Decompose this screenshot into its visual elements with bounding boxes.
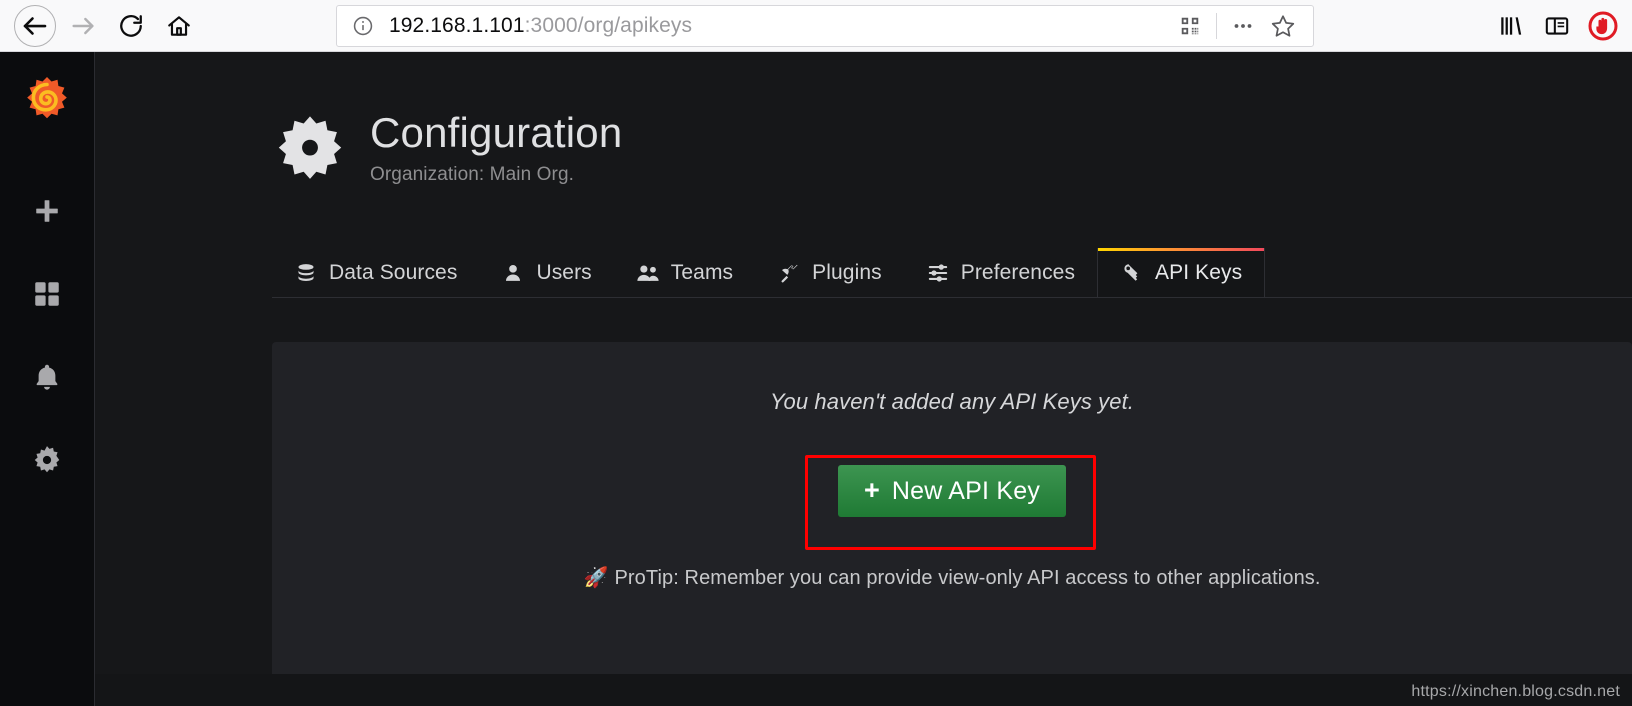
- tab-preferences[interactable]: Preferences: [904, 248, 1097, 298]
- tab-plugins[interactable]: Plugins: [755, 248, 904, 298]
- sidebar-item-dashboards[interactable]: [24, 273, 70, 319]
- tab-label: Data Sources: [329, 261, 458, 284]
- page-footer-strip: [95, 674, 1632, 706]
- tab-label: Preferences: [960, 261, 1076, 284]
- address-bar-text[interactable]: 192.168.1.101:3000/org/apikeys: [389, 14, 1170, 38]
- address-bar[interactable]: 192.168.1.101:3000/org/apikeys: [336, 5, 1314, 47]
- plug-icon: [777, 261, 801, 285]
- tabbar-divider: [272, 297, 1632, 298]
- shield-blocker-icon[interactable]: [1580, 4, 1626, 48]
- sidebar-icon[interactable]: [1534, 4, 1580, 48]
- gear-icon: [31, 444, 63, 481]
- tab-api-keys[interactable]: API Keys: [1097, 248, 1266, 298]
- url-host: 192.168.1.101: [389, 14, 525, 37]
- user-icon: [501, 261, 525, 285]
- key-icon: [1120, 261, 1144, 285]
- plus-icon: +: [863, 474, 880, 505]
- toolbar-divider: [1216, 13, 1217, 39]
- protip-text: 🚀 ProTip: Remember you can provide view-o…: [272, 565, 1632, 590]
- empty-state-message: You haven't added any API Keys yet.: [769, 389, 1135, 414]
- browser-nav-buttons: [0, 4, 200, 47]
- page-header-text: Configuration Organization: Main Org.: [370, 108, 622, 186]
- plus-icon: [32, 196, 62, 231]
- sidebar-items: [24, 190, 70, 485]
- page-header: Configuration Organization: Main Org.: [272, 108, 622, 188]
- gear-icon: [272, 112, 348, 188]
- browser-toolbar-right: [1488, 4, 1626, 48]
- api-keys-panel: You haven't added any API Keys yet. + Ne…: [272, 342, 1632, 702]
- new-api-key-button[interactable]: + New API Key: [837, 465, 1067, 517]
- forward-button[interactable]: [62, 5, 104, 47]
- sliders-icon: [926, 261, 950, 285]
- home-button[interactable]: [158, 5, 200, 47]
- grafana-logo-icon[interactable]: [22, 74, 72, 124]
- page-subtitle: Organization: Main Org.: [370, 164, 574, 185]
- database-icon: [294, 261, 318, 285]
- address-bar-actions: [1170, 6, 1303, 46]
- ellipsis-icon[interactable]: [1223, 6, 1263, 46]
- url-path: :3000/org/apikeys: [524, 14, 693, 37]
- tab-label: Teams: [670, 261, 734, 284]
- watermark: https://xinchen.blog.csdn.net: [1411, 683, 1620, 700]
- tab-users[interactable]: Users: [479, 248, 613, 298]
- back-button[interactable]: [14, 4, 56, 47]
- sidebar-item-alerting[interactable]: [24, 356, 70, 402]
- tab-data-sources[interactable]: Data Sources: [272, 248, 479, 298]
- tab-teams[interactable]: Teams: [614, 248, 755, 298]
- dashboards-squares-icon: [32, 279, 62, 314]
- info-circle-icon[interactable]: [351, 14, 375, 38]
- bell-icon: [32, 362, 62, 397]
- rocket-icon: 🚀: [583, 567, 609, 589]
- new-api-key-button-wrap: + New API Key: [272, 465, 1632, 517]
- page-title: Configuration: [370, 109, 623, 156]
- screen-root: 192.168.1.101:3000/org/apikeys Configura…: [0, 0, 1632, 706]
- new-api-key-button-label: New API Key: [891, 476, 1041, 505]
- tab-label: API Keys: [1155, 261, 1243, 284]
- config-tabs: Data Sources Users Teams Plugins Prefere…: [272, 248, 1632, 298]
- grafana-page: Configuration Organization: Main Org. Da…: [95, 52, 1632, 706]
- browser-toolbar: 192.168.1.101:3000/org/apikeys: [0, 0, 1632, 52]
- tab-label: Plugins: [812, 261, 882, 284]
- sidebar-item-configuration[interactable]: [24, 439, 70, 485]
- library-icon[interactable]: [1488, 4, 1534, 48]
- users-group-icon: [636, 261, 660, 285]
- protip-message: ProTip: Remember you can provide view-on…: [614, 567, 1321, 589]
- grafana-sidebar: [0, 52, 95, 706]
- reload-button[interactable]: [110, 5, 152, 47]
- tab-label: Users: [536, 261, 592, 284]
- qr-code-icon[interactable]: [1170, 6, 1210, 46]
- star-icon[interactable]: [1263, 6, 1303, 46]
- sidebar-item-create[interactable]: [24, 190, 70, 236]
